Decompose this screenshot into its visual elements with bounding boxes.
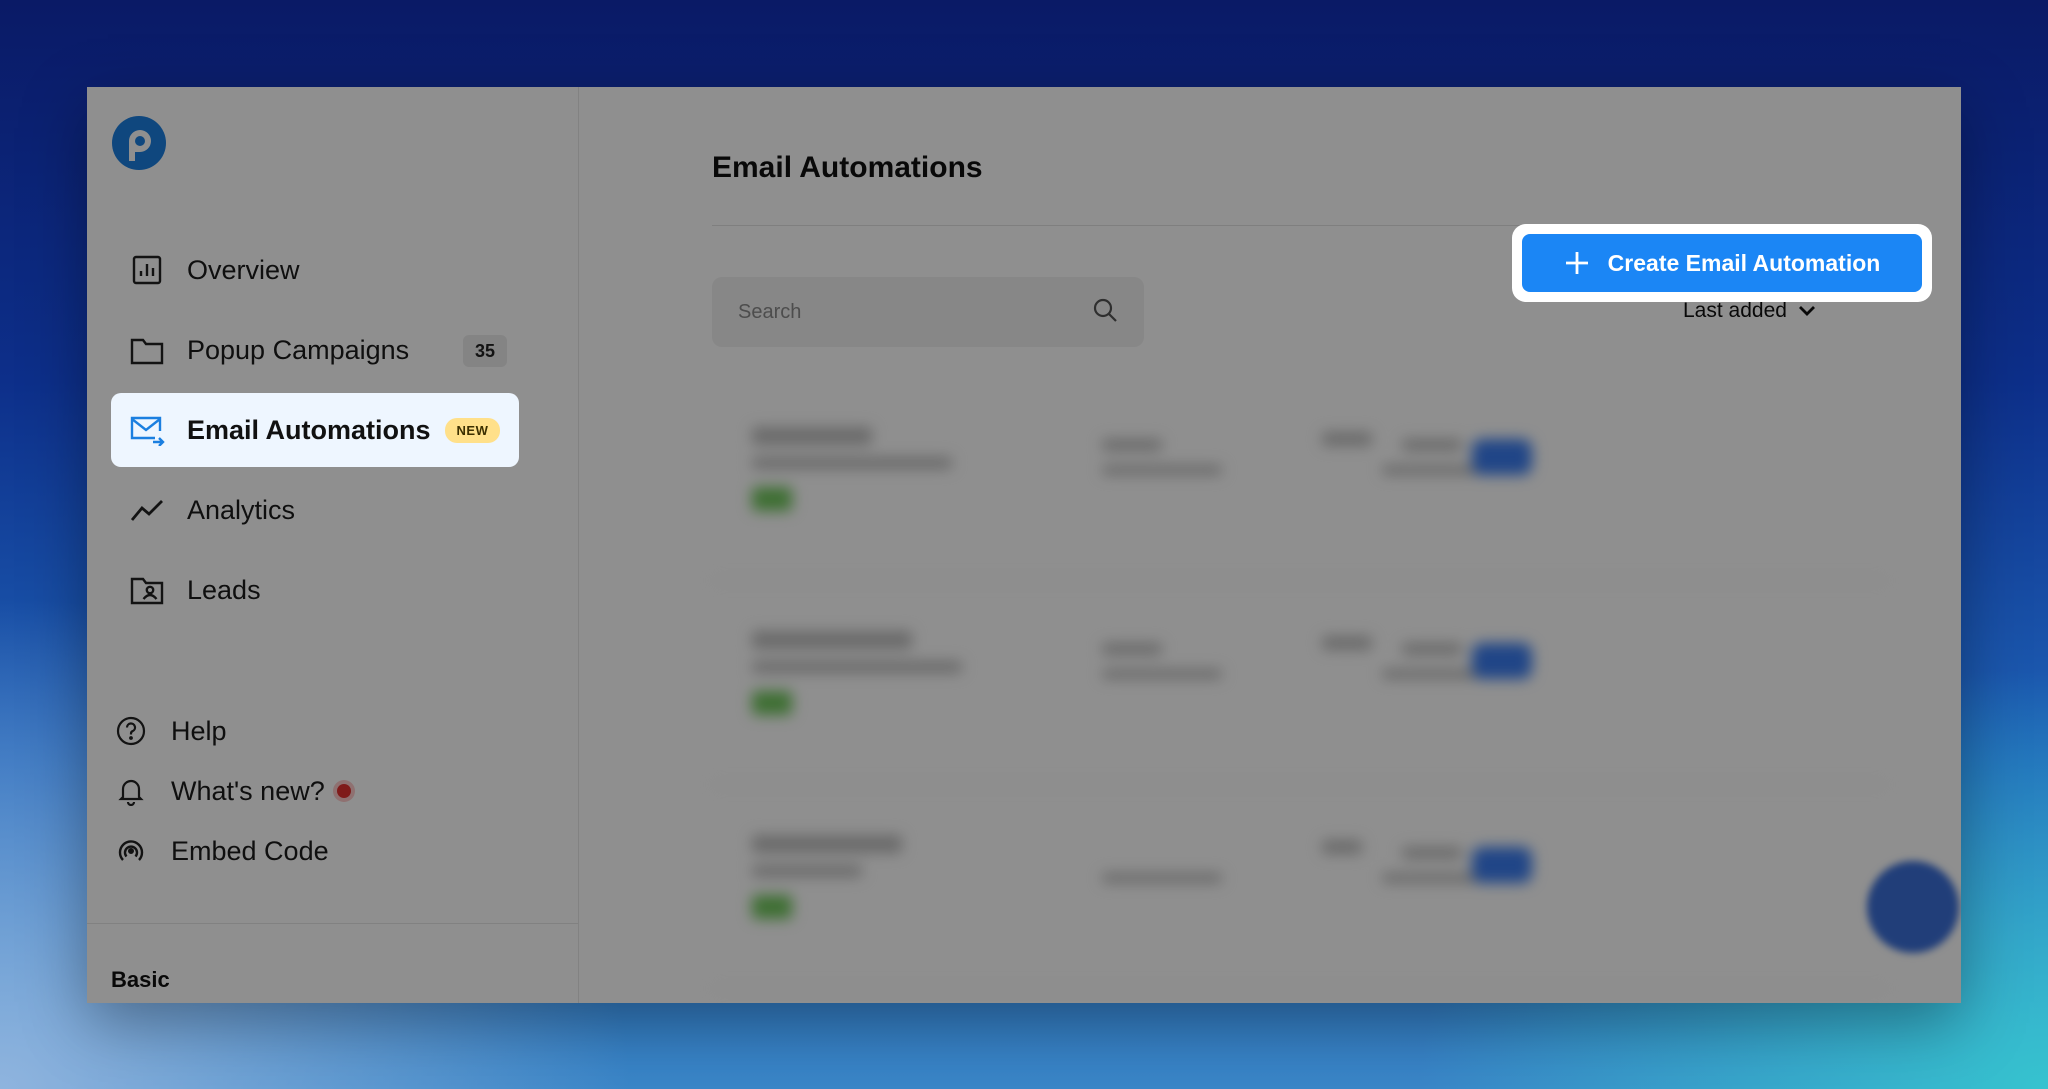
overview-chart-icon [129, 252, 165, 288]
app-logo[interactable] [111, 115, 167, 171]
bell-icon [115, 775, 147, 807]
sidebar-item-label: Overview [187, 254, 300, 285]
folder-contact-icon [129, 572, 165, 608]
sidebar-item-analytics[interactable]: Analytics [111, 473, 519, 547]
plan-name: Basic [111, 967, 170, 992]
automation-list [712, 377, 1887, 989]
sidebar-item-label: Email Automations [187, 414, 431, 445]
trend-line-icon [129, 492, 165, 528]
sidebar-item-email-automations[interactable]: Email Automations NEW [111, 393, 519, 467]
sort-label: Last added [1683, 299, 1787, 322]
embed-code-label: Embed Code [171, 835, 329, 866]
page-title: Email Automations [712, 151, 983, 184]
sidebar-item-overview[interactable]: Overview [111, 233, 519, 307]
sidebar-item-label: Analytics [187, 494, 296, 525]
sidebar-item-leads[interactable]: Leads [111, 553, 519, 627]
list-item[interactable] [712, 785, 1887, 989]
new-badge: NEW [444, 417, 501, 443]
sidebar-item-popup-campaigns[interactable]: Popup Campaigns 35 [111, 313, 519, 387]
sidebar: Overview Popup Campaigns 35 Analytics Le… [87, 87, 579, 1003]
sort-dropdown[interactable]: Last added [1683, 299, 1817, 323]
embed-code-link[interactable]: Embed Code [115, 831, 329, 871]
broadcast-icon [115, 835, 147, 867]
help-label: Help [171, 715, 227, 746]
search-box [712, 277, 1144, 347]
campaign-count-badge: 35 [463, 335, 507, 367]
chevron-down-icon [1797, 304, 1817, 318]
create-button-label: Create Email Automation [1607, 249, 1881, 276]
help-circle-icon [115, 715, 147, 747]
help-link[interactable]: Help [115, 711, 227, 751]
notification-dot [336, 784, 351, 798]
create-button-highlight: Create Email Automation [1512, 224, 1932, 302]
plus-icon [1564, 250, 1590, 276]
search-icon[interactable] [1092, 297, 1118, 328]
sidebar-divider [87, 923, 578, 924]
create-email-automation-button[interactable]: Create Email Automation [1522, 234, 1922, 292]
app-window: Overview Popup Campaigns 35 Analytics Le… [87, 87, 1961, 1003]
list-item[interactable] [712, 581, 1887, 785]
email-automation-icon [129, 412, 165, 448]
list-item[interactable] [712, 377, 1887, 581]
sidebar-item-label: Leads [187, 574, 261, 605]
whats-new-label: What's new? [171, 775, 325, 806]
folder-icon [129, 332, 165, 368]
chat-launcher[interactable] [1867, 861, 1959, 953]
sidebar-item-label: Popup Campaigns [187, 334, 410, 365]
create-button-frame: Create Email Automation [1512, 224, 1932, 302]
whats-new-link[interactable]: What's new? [115, 771, 351, 811]
search-input[interactable] [738, 300, 1092, 324]
